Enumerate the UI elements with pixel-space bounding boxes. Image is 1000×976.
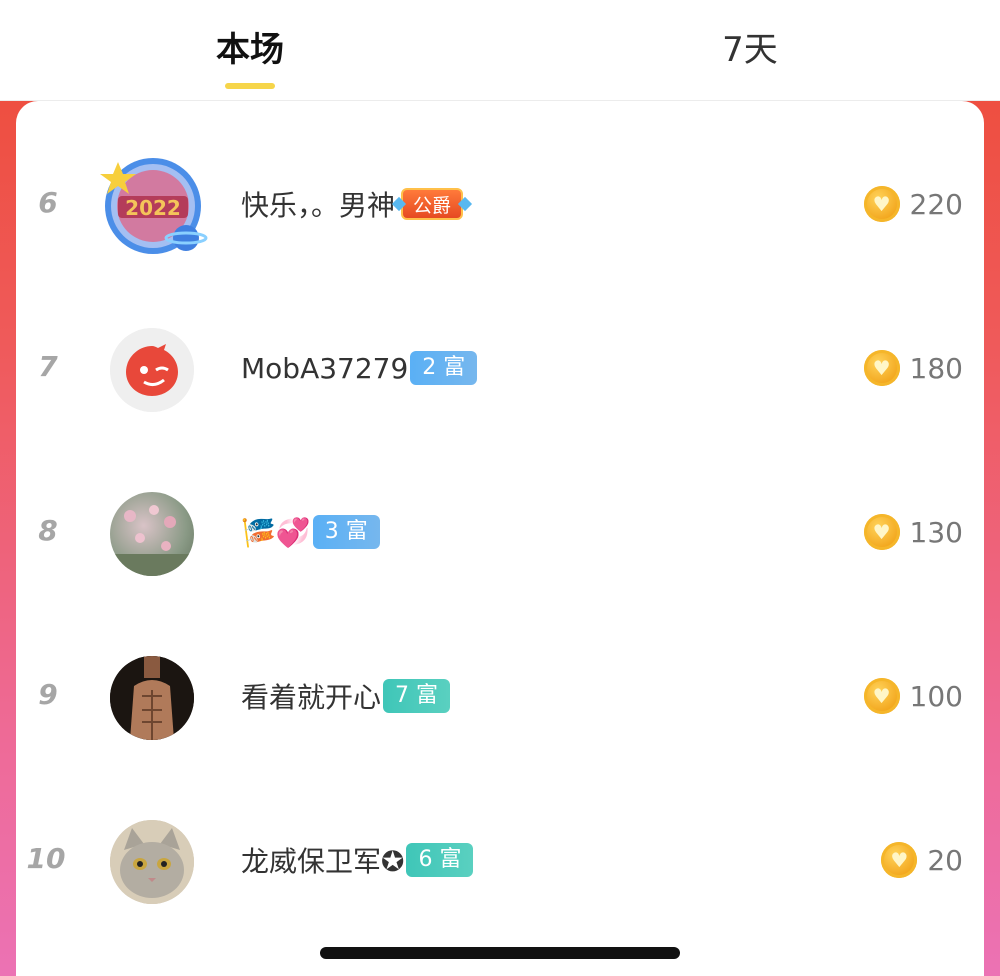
wealth-level-badge: 6 富 (406, 843, 474, 877)
user-name-area: 🎏💞 3 富 (241, 512, 380, 552)
rank-number: 9 (38, 678, 58, 711)
gold-heart-coin-icon: ♥ (881, 842, 918, 878)
user-name-area: MobA37279 2 富 (241, 348, 478, 388)
tab-this-session[interactable]: 本场 (150, 28, 350, 78)
user-avatar[interactable] (110, 328, 194, 412)
tab-bar: 本场 7天 (0, 0, 1000, 101)
wealth-level-badge: 3 富 (312, 515, 380, 549)
user-name: 快乐，。男神 (241, 189, 396, 222)
rank-number: 7 (38, 350, 58, 383)
noble-badge: 公爵 (391, 185, 473, 223)
ranking-row[interactable]: 9 看着就开心 7 富 ♥ 100 (0, 616, 1000, 780)
score-value: 220 (909, 187, 963, 221)
ranking-row[interactable]: 7 MobA37279 2 富 ♥ 180 (0, 288, 1000, 452)
gold-heart-coin-icon: ♥ (863, 514, 900, 550)
noble-badge-label: 公爵 (401, 188, 464, 220)
user-name-area: 快乐，。男神 公爵 (241, 184, 473, 224)
gift-score: ♥ 20 (881, 838, 963, 882)
score-value: 100 (909, 679, 963, 713)
gold-heart-coin-icon: ♥ (863, 350, 900, 386)
score-value: 20 (927, 843, 963, 877)
wealth-level-badge: 7 富 (383, 679, 451, 713)
user-name: MobA37279 (241, 351, 409, 385)
gift-score: ♥ 180 (863, 346, 963, 390)
user-avatar[interactable] (110, 656, 194, 740)
active-tab-indicator (225, 83, 275, 89)
gift-score: ♥ 100 (863, 674, 963, 718)
user-avatar[interactable] (110, 492, 194, 576)
score-value: 180 (909, 351, 963, 385)
score-value: 130 (909, 515, 963, 549)
gold-heart-coin-icon: ♥ (863, 186, 900, 222)
user-name: 龙威保卫军✪ (241, 845, 405, 878)
user-name: 看着就开心 (241, 681, 382, 714)
user-avatar[interactable] (110, 820, 194, 904)
home-indicator[interactable] (320, 947, 680, 959)
user-name-area: 龙威保卫军✪ 6 富 (241, 840, 474, 880)
user-avatar[interactable]: 2022 (98, 154, 208, 258)
ranking-row[interactable]: 10 龙威保卫军✪ 6 富 ♥ 20 (0, 780, 1000, 944)
ranking-row[interactable]: 6 2022 快乐，。男神 公爵 ♥ 220 (0, 124, 1000, 288)
rank-number: 8 (38, 514, 58, 547)
tab-7-days[interactable]: 7天 (650, 28, 850, 78)
rank-number: 6 (38, 186, 58, 219)
wealth-level-badge: 2 富 (410, 351, 478, 385)
user-name: 🎏💞 (241, 515, 311, 549)
gold-heart-coin-icon: ♥ (863, 678, 900, 714)
rank-number: 10 (26, 842, 66, 875)
user-name-area: 看着就开心 7 富 (241, 676, 451, 716)
svg-text:2022: 2022 (125, 196, 181, 220)
ranking-row[interactable]: 8 🎏💞 3 富 ♥ 130 (0, 452, 1000, 616)
gift-score: ♥ 220 (863, 182, 963, 226)
gift-score: ♥ 130 (863, 510, 963, 554)
